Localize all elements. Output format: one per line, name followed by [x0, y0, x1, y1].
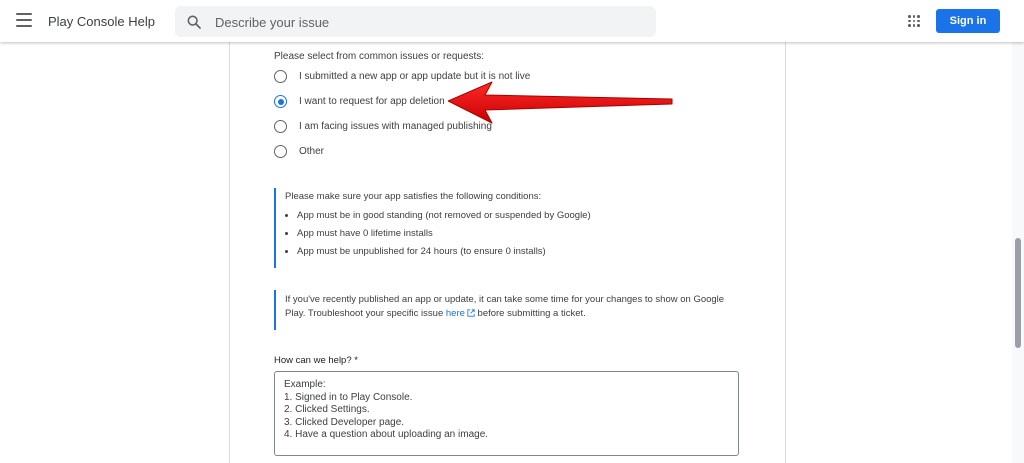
radio-button[interactable]	[274, 145, 287, 158]
radio-button-selected[interactable]	[274, 95, 287, 108]
conditions-callout: Please make sure your app satisfies the …	[274, 188, 746, 268]
radio-button[interactable]	[274, 120, 287, 133]
red-arrow-annotation	[448, 81, 673, 124]
apps-grid-icon[interactable]	[908, 15, 920, 27]
option-label: Other	[299, 146, 325, 157]
condition-item: App must have 0 lifetime installs	[297, 228, 591, 239]
scrollbar-thumb[interactable]	[1015, 238, 1021, 348]
notice-text: If you've recently published an app or u…	[285, 293, 745, 321]
app-title[interactable]: Play Console Help	[48, 14, 155, 29]
content-divider-right	[785, 42, 786, 463]
help-field-label: How can we help? *	[274, 355, 358, 366]
troubleshoot-link-label: here	[445, 308, 465, 319]
conditions-heading: Please make sure your app satisfies the …	[285, 191, 542, 202]
condition-item: App must be in good standing (not remove…	[297, 210, 591, 221]
menu-icon[interactable]	[16, 13, 32, 27]
publish-delay-notice: If you've recently published an app or u…	[274, 290, 746, 330]
sign-in-button[interactable]: Sign in	[936, 9, 1000, 33]
troubleshoot-link[interactable]: here	[446, 308, 475, 319]
notice-text-end: before submitting a ticket.	[474, 308, 586, 319]
radio-button[interactable]	[274, 70, 287, 83]
condition-item: App must be unpublished for 24 hours (to…	[297, 246, 591, 257]
search-input[interactable]	[213, 6, 647, 39]
common-issues-label: Please select from common issues or requ…	[274, 51, 485, 62]
content-divider-left	[229, 42, 230, 463]
conditions-list: App must be in good standing (not remove…	[285, 210, 591, 264]
search-box[interactable]	[175, 6, 656, 39]
search-icon	[187, 15, 201, 29]
top-app-bar: Play Console Help Sign in	[0, 0, 1024, 42]
option-label: I want to request for app deletion	[299, 96, 445, 107]
help-description-textarea[interactable]	[274, 371, 739, 456]
external-link-icon	[467, 309, 475, 317]
